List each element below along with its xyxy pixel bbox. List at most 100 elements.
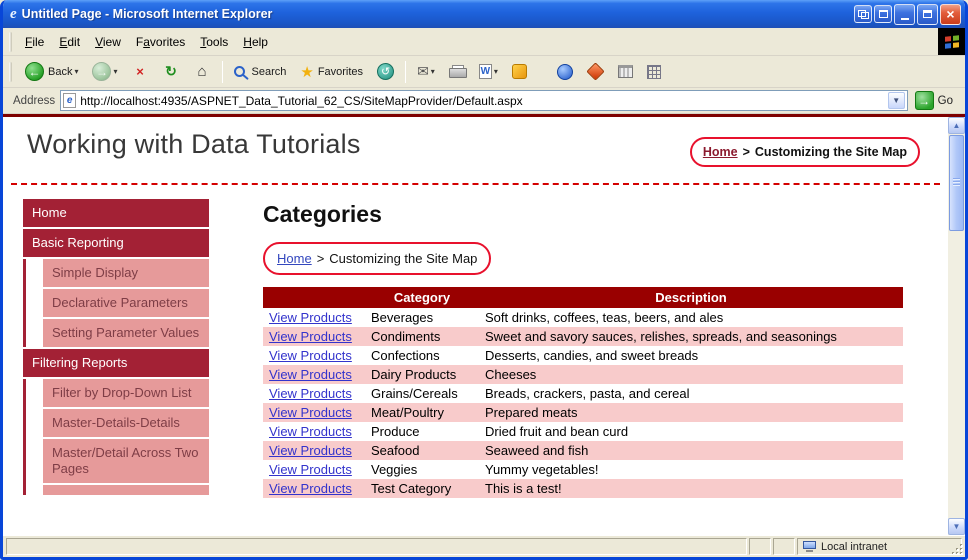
scroll-down-button[interactable]: ▼ [948,518,965,535]
addon-button-3[interactable] [612,61,639,82]
browser-window: e Untitled Page - Microsoft Internet Exp… [0,0,968,560]
description-cell: Desserts, candies, and sweet breads [485,348,699,363]
sidebar-item-filtering-reports[interactable]: Filtering Reports [23,349,209,377]
view-products-link[interactable]: View Products [269,310,352,325]
breadcrumb-separator: > [742,145,750,159]
status-panel-1 [749,538,771,555]
go-button[interactable]: → Go [913,91,961,110]
view-products-link[interactable]: View Products [269,405,352,420]
view-products-link[interactable]: View Products [269,462,352,477]
sidebar-item-simple-display[interactable]: Simple Display [43,259,209,287]
windows-flag-icon [944,34,959,49]
address-input[interactable]: e http://localhost:4935/ASPNET_Data_Tuto… [60,90,908,111]
messenger-button[interactable] [506,60,533,83]
forward-dropdown-icon: ▾ [113,67,118,76]
table-row: View Products Produce Dried fruit and bean… [263,422,903,441]
search-button[interactable]: Search [228,62,293,82]
view-products-link[interactable]: View Products [269,481,352,496]
view-products-link[interactable]: View Products [269,443,352,458]
addon-button-2[interactable] [581,61,610,82]
breadcrumb-home-link[interactable]: Home [703,145,738,159]
status-panel-2 [773,538,795,555]
status-bar: Local intranet [3,535,965,557]
back-button[interactable]: ← Back ▾ [19,58,84,85]
sidebar-item-home[interactable]: Home [23,199,209,227]
menubar-drag-handle[interactable] [9,31,12,52]
category-cell: Veggies [371,462,418,477]
category-cell: Test Category [371,481,452,496]
description-cell: Prepared meats [485,405,578,420]
sidebar-subgroup-basic: Simple Display Declarative Parameters Se… [23,259,209,347]
home-button[interactable]: ⌂ [188,59,217,84]
sidebar-item-master-details-details[interactable]: Master-Details-Details [43,409,209,437]
view-products-link[interactable]: View Products [269,367,352,382]
minimize-button[interactable] [894,3,915,25]
description-cell: Yummy vegetables! [485,462,599,477]
toolbar-drag-handle[interactable] [9,61,12,82]
view-products-link[interactable]: View Products [269,348,352,363]
status-panel-main [6,538,747,555]
view-products-link[interactable]: View Products [269,329,352,344]
sidebar-item-partial[interactable] [43,485,209,495]
close-button[interactable]: × [940,3,961,25]
table-header-row: Category Description [263,287,903,308]
table-row: View Products Condiments Sweet and savory … [263,327,903,346]
sidebar-subgroup-filtering: Filter by Drop-Down List Master-Details-… [23,379,209,495]
content-breadcrumb-home-link[interactable]: Home [277,251,312,266]
scroll-up-button[interactable]: ▲ [948,117,965,134]
dashed-divider [11,183,940,185]
annotation-oval-content: Home > Customizing the Site Map [263,242,492,275]
refresh-button[interactable]: ↻ [157,59,186,84]
page-icon: e [63,93,77,108]
category-cell: Condiments [371,329,441,344]
address-bar: Address e http://localhost:4935/ASPNET_D… [3,88,965,114]
gem-icon [586,62,605,81]
table-row: View Products Grains/Cereals Breads, crack… [263,384,903,403]
page-viewport: Working with Data Tutorials Home > Custo… [3,117,965,535]
view-products-link[interactable]: View Products [269,424,352,439]
vertical-scrollbar[interactable]: ▲ ▼ [948,117,965,535]
history-button[interactable]: ↺ [371,59,400,84]
menu-file[interactable]: File [18,31,51,53]
menu-edit[interactable]: Edit [52,31,87,53]
scrollbar-thumb[interactable] [949,135,964,231]
maximize-button[interactable] [917,3,938,25]
titlebar[interactable]: e Untitled Page - Microsoft Internet Exp… [3,0,965,28]
addon-button-1[interactable] [551,60,579,84]
address-dropdown-button[interactable]: ▼ [887,92,905,109]
menu-tools[interactable]: Tools [193,31,235,53]
content-breadcrumb-current: Customizing the Site Map [329,251,478,266]
sidebar-item-declarative-parameters[interactable]: Declarative Parameters [43,289,209,317]
window-span-icon [878,10,888,18]
titlebar-extra-button-2[interactable] [874,5,892,23]
window-controls: × [854,3,961,25]
edit-button[interactable]: W ▾ [473,60,504,83]
stop-button[interactable]: × [126,59,155,84]
building-icon [617,65,633,78]
resize-grip[interactable] [949,541,963,555]
addon-button-4[interactable] [641,61,667,83]
toolbar-separator [221,60,223,83]
mail-button[interactable]: ✉ ▾ [411,59,441,84]
table-row: View Products Confections Desserts, candie… [263,346,903,365]
category-cell: Beverages [371,310,434,325]
titlebar-extra-button-1[interactable] [854,5,872,23]
description-cell: Sweet and savory sauces, relishes, sprea… [485,329,837,344]
table-row: View Products Test Category This is a test… [263,479,903,498]
standard-toolbar: ← Back ▾ → ▾ × ↻ ⌂ Search ★ Favorites ↺ … [3,56,965,88]
forward-button[interactable]: → ▾ [86,58,123,85]
sidebar-item-filter-by-dropdown-list[interactable]: Filter by Drop-Down List [43,379,209,407]
address-url[interactable]: http://localhost:4935/ASPNET_Data_Tutori… [80,94,883,108]
status-zone-panel: Local intranet [797,538,962,555]
globe-icon [556,63,573,80]
menu-help[interactable]: Help [236,31,275,53]
description-cell: Cheeses [485,367,537,382]
view-products-link[interactable]: View Products [269,386,352,401]
sidebar-item-master-detail-across-two-pages[interactable]: Master/Detail Across Two Pages [43,439,209,483]
menu-view[interactable]: View [88,31,128,53]
sidebar-item-setting-parameter-values[interactable]: Setting Parameter Values [43,319,209,347]
favorites-button[interactable]: ★ Favorites [294,59,369,85]
print-button[interactable] [443,61,471,82]
menu-favorites[interactable]: Favorites [129,31,192,53]
sidebar-item-basic-reporting[interactable]: Basic Reporting [23,229,209,257]
